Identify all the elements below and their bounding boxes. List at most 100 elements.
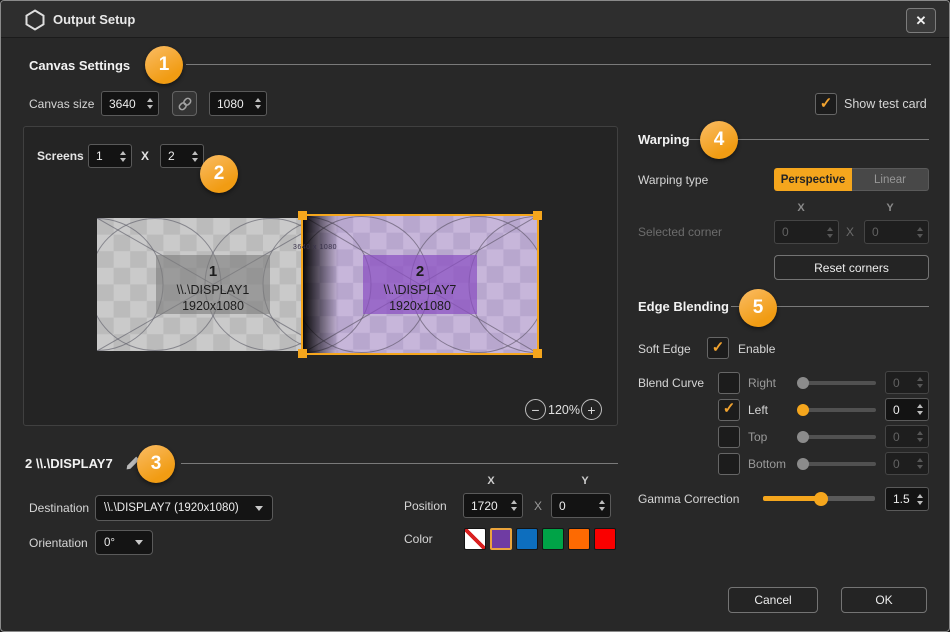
output-setup-dialog: Output Setup ✕ Canvas Settings 1 Canvas … — [0, 0, 950, 632]
gamma-stepper[interactable]: 1.5 — [885, 487, 929, 511]
destination-label: Destination — [29, 500, 90, 515]
edge-blending-title: Edge Blending — [638, 299, 729, 314]
blend-left-stepper[interactable]: 0 — [885, 398, 929, 421]
corner-handle-bottom-left[interactable] — [298, 349, 307, 358]
display-1-preview[interactable]: 1 \\.\DISPLAY1 1920x1080 — [97, 218, 329, 351]
canvas-width-value: 3640 — [109, 96, 136, 111]
slider-thumb[interactable] — [797, 376, 809, 389]
color-swatch-blue[interactable] — [516, 528, 538, 550]
color-swatch-green[interactable] — [542, 528, 564, 550]
position-x-arrows[interactable] — [509, 494, 519, 517]
warping-type-label: Warping type — [638, 172, 709, 187]
position-x-stepper[interactable]: 1720 — [463, 493, 523, 518]
position-y-stepper[interactable]: 0 — [551, 493, 611, 518]
destination-dropdown[interactable]: \\.\DISPLAY7 (1920x1080) — [95, 495, 273, 521]
selected-corner-label: Selected corner — [638, 225, 723, 239]
zoom-in-button[interactable]: + — [581, 399, 602, 420]
display-section-divider — [181, 463, 618, 464]
zoom-level-label: 120% — [548, 402, 580, 417]
color-swatch-none[interactable] — [464, 528, 486, 550]
corner-x-header: X — [797, 202, 805, 214]
screens-cols-stepper[interactable]: 1 — [88, 144, 132, 168]
chevron-down-icon — [255, 505, 263, 511]
display-1-number: 1 — [209, 263, 217, 280]
cancel-button[interactable]: Cancel — [728, 587, 818, 613]
blend-top-label: Top — [748, 429, 768, 444]
canvas-height-value: 1080 — [217, 96, 244, 111]
blend-top-stepper: 0 — [885, 425, 929, 448]
display-1-test-card: 1 \\.\DISPLAY1 1920x1080 — [97, 218, 329, 351]
display-1-resolution: 1920x1080 — [182, 299, 244, 313]
orientation-value: 0° — [104, 536, 115, 549]
canvas-width-stepper[interactable]: 3640 — [101, 91, 159, 116]
gamma-slider[interactable] — [763, 487, 875, 510]
canvas-dimension-label: 3640 x 1080 — [293, 244, 338, 251]
blend-right-slider — [797, 371, 876, 394]
corner-separator: X — [846, 225, 855, 239]
corner-y-header: Y — [886, 202, 894, 214]
screens-label: Screens — [37, 149, 84, 163]
titlebar: Output Setup ✕ — [1, 1, 949, 38]
corner-x-value: 0 — [782, 225, 789, 239]
corner-handle-bottom-right[interactable] — [533, 349, 542, 358]
blend-left-checkbox[interactable]: ✓ — [718, 398, 740, 421]
screens-rows-arrows[interactable] — [190, 145, 200, 167]
dialog-title: Output Setup — [53, 12, 136, 27]
blend-row-top: Top 0 — [718, 425, 929, 448]
blend-bottom-checkbox[interactable] — [718, 452, 740, 475]
slider-thumb[interactable] — [797, 457, 809, 470]
blend-left-slider[interactable] — [797, 398, 876, 421]
screens-cols-arrows[interactable] — [118, 145, 128, 167]
show-test-card-checkbox[interactable]: ✓ — [815, 93, 837, 115]
screens-rows-stepper[interactable]: 2 — [160, 144, 204, 168]
position-y-arrows[interactable] — [597, 494, 607, 517]
soft-edge-gradient — [303, 216, 339, 353]
step-badge-1: 1 — [145, 46, 183, 84]
soft-edge-label: Soft Edge — [638, 341, 691, 356]
display-2-preview[interactable]: 2 \\.\DISPLAY7 1920x1080 — [298, 211, 542, 358]
display-2-device: \\.\DISPLAY7 — [384, 283, 457, 297]
color-swatch-purple[interactable] — [490, 528, 512, 550]
blend-row-bottom: Bottom 0 — [718, 452, 929, 475]
soft-edge-enable-checkbox[interactable]: ✓ — [707, 337, 729, 359]
slider-thumb[interactable] — [797, 403, 809, 416]
soft-edge-enable-label: Enable — [738, 341, 776, 356]
color-label: Color — [404, 532, 433, 546]
warping-type-segmented: Perspective Linear — [774, 168, 929, 191]
corner-handle-top-left[interactable] — [298, 211, 307, 220]
canvas-height-arrows[interactable] — [253, 92, 263, 115]
ok-button[interactable]: OK — [841, 587, 927, 613]
warping-perspective-button[interactable]: Perspective — [774, 168, 852, 191]
orientation-dropdown[interactable]: 0° — [95, 530, 153, 555]
show-test-card-label: Show test card — [844, 97, 927, 111]
position-x-header: X — [487, 475, 495, 487]
chevron-down-icon — [135, 540, 143, 545]
color-swatch-orange[interactable] — [568, 528, 590, 550]
close-button[interactable]: ✕ — [906, 8, 936, 33]
position-x-value: 1720 — [471, 498, 498, 513]
slider-thumb[interactable] — [797, 430, 809, 443]
screens-panel: Screens 1 X 2 1 \\.\DISPLAY1 1920x1080 2… — [23, 126, 618, 426]
warping-linear-button[interactable]: Linear — [852, 168, 929, 191]
corner-handle-top-right[interactable] — [533, 211, 542, 220]
blend-top-checkbox[interactable] — [718, 425, 740, 448]
warping-title: Warping — [638, 132, 690, 147]
step-badge-5: 5 — [739, 289, 777, 327]
blend-bottom-slider — [797, 452, 876, 475]
reset-corners-button[interactable]: Reset corners — [774, 255, 929, 280]
blend-right-checkbox[interactable] — [718, 371, 740, 394]
display-2-test-card: 2 \\.\DISPLAY7 1920x1080 — [303, 216, 537, 353]
zoom-out-button[interactable]: − — [525, 399, 546, 420]
display-section-title: 2 \\.\DISPLAY7 — [25, 456, 113, 471]
link-dimensions-button[interactable] — [172, 91, 197, 116]
blend-right-label: Right — [748, 375, 777, 390]
display-2-resolution: 1920x1080 — [389, 299, 451, 313]
canvas-width-arrows[interactable] — [145, 92, 155, 115]
color-swatch-red[interactable] — [594, 528, 616, 550]
slider-thumb[interactable] — [814, 491, 829, 506]
canvas-height-stepper[interactable]: 1080 — [209, 91, 267, 116]
position-separator: X — [534, 498, 543, 513]
blend-bottom-stepper: 0 — [885, 452, 929, 475]
close-icon: ✕ — [915, 12, 927, 28]
step-badge-4: 4 — [700, 121, 738, 159]
